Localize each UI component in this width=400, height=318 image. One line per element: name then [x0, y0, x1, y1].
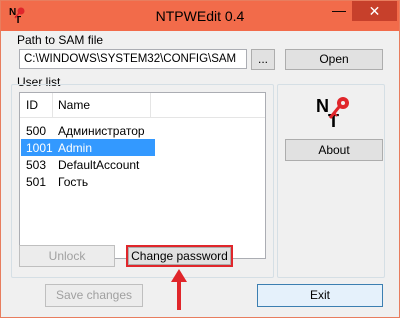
column-header-id[interactable]: ID	[26, 98, 38, 112]
user-list[interactable]: ID Name 500 Администратор 1001 Admin 503 Defa…	[19, 92, 266, 259]
about-button[interactable]: About	[285, 139, 383, 161]
user-name-cell: Admin	[58, 141, 93, 155]
ntpwedit-logo-icon: N T	[316, 96, 349, 128]
user-row[interactable]: 500 Администратор	[21, 122, 155, 139]
user-row[interactable]: 1001 Admin	[21, 139, 155, 156]
path-label: Path to SAM file	[17, 33, 104, 47]
sam-path-input[interactable]: C:\WINDOWS\SYSTEM32\CONFIG\SAM	[19, 49, 247, 69]
main-content: Path to SAM file C:\WINDOWS\SYSTEM32\CON…	[9, 32, 391, 311]
column-divider[interactable]	[150, 93, 151, 117]
user-row[interactable]: 503 DefaultAccount	[21, 156, 155, 173]
list-header: ID Name	[20, 93, 265, 118]
open-button[interactable]: Open	[285, 49, 383, 70]
user-id-cell: 501	[26, 175, 47, 189]
exit-button[interactable]: Exit	[257, 284, 383, 307]
user-id-cell: 500	[26, 124, 47, 138]
save-changes-button[interactable]: Save changes	[45, 284, 143, 307]
user-name-cell: DefaultAccount	[58, 158, 140, 172]
pointer-arrow-icon	[171, 269, 187, 310]
title-bar[interactable]: N T NTPWEdit 0.4 — ✕	[1, 1, 399, 31]
close-button[interactable]: ✕	[352, 1, 397, 21]
user-name-cell: Администратор	[58, 124, 145, 138]
unlock-button[interactable]: Unlock	[19, 245, 115, 267]
browse-button[interactable]: ...	[251, 49, 275, 70]
column-header-name[interactable]: Name	[58, 98, 90, 112]
app-window: N T NTPWEdit 0.4 — ✕ Path to SAM file C:…	[0, 0, 400, 318]
highlight-frame	[126, 245, 233, 267]
user-id-cell: 1001	[26, 141, 53, 155]
user-row[interactable]: 501 Гость	[21, 173, 155, 190]
minimize-button[interactable]: —	[326, 1, 352, 21]
user-id-cell: 503	[26, 158, 47, 172]
column-divider[interactable]	[52, 93, 53, 117]
user-name-cell: Гость	[58, 175, 89, 189]
